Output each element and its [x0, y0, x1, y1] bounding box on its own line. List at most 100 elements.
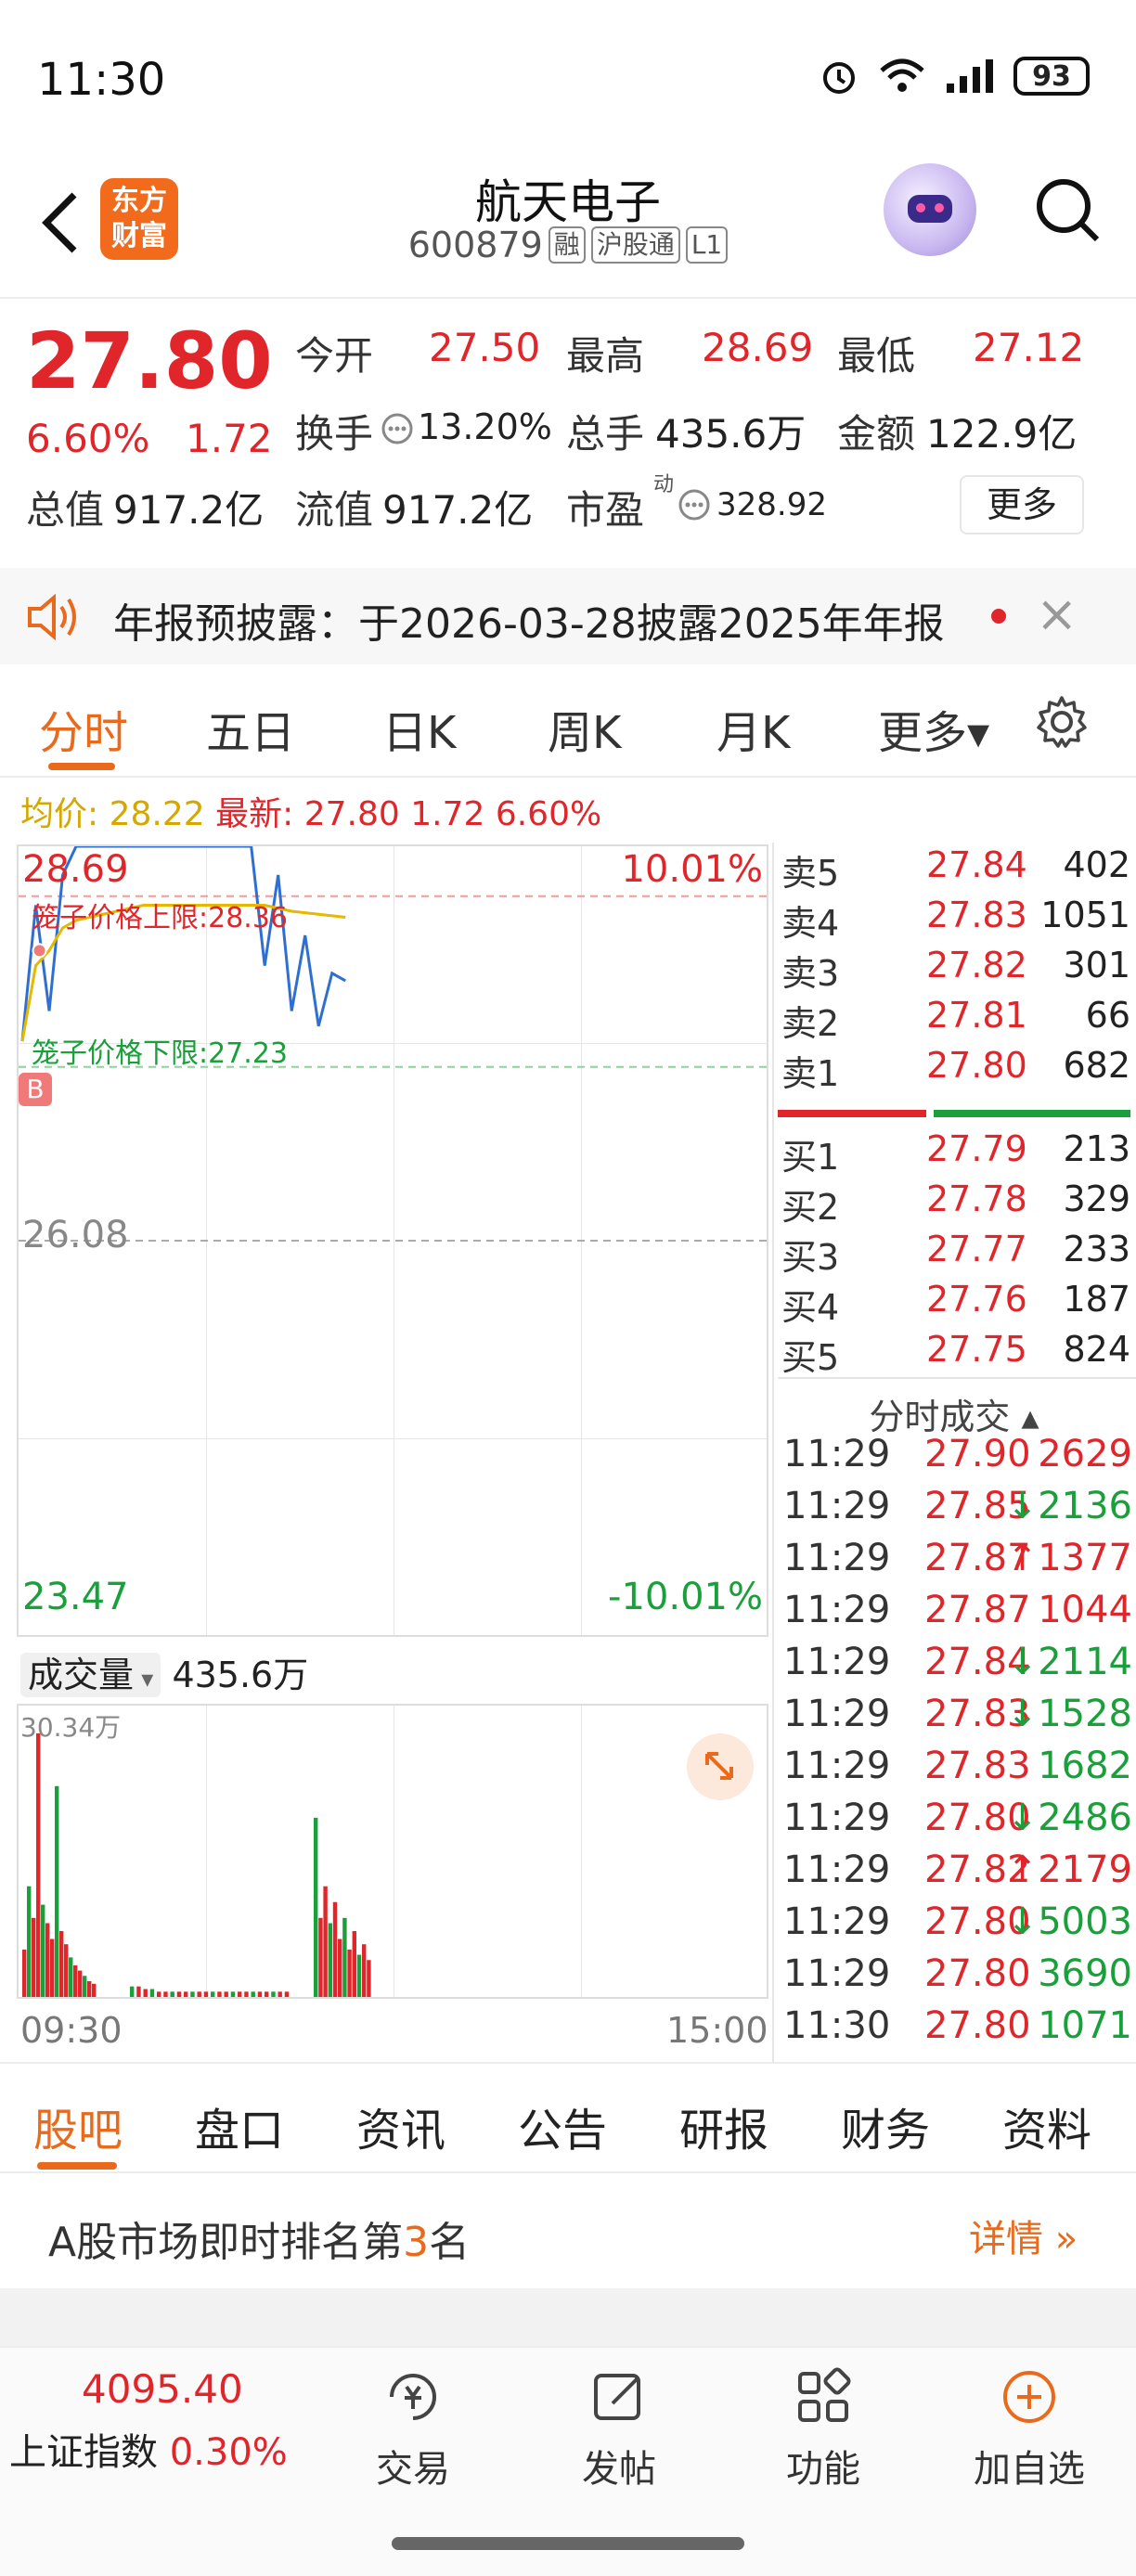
bid-volume: 213 — [1063, 1128, 1130, 1169]
lower-cage-label: 笼子价格下限:27.23 — [32, 1037, 288, 1070]
volume-bar — [184, 1991, 188, 1997]
volume-selector[interactable]: 成交量 ▾ — [20, 1653, 161, 1697]
volume-chart[interactable]: 30.34万 — [17, 1704, 768, 1999]
nav-functions[interactable]: 功能 — [754, 2364, 893, 2492]
volume-bar — [217, 1991, 222, 1997]
time-axis-end: 15:00 — [666, 2010, 768, 2051]
bid-ask-ratio-bar — [778, 1110, 1130, 1117]
ask-row-4[interactable]: 卖4 27.83 1051 — [778, 895, 1130, 945]
tab-weekly-k[interactable]: 周K — [548, 696, 621, 761]
volume-bar — [230, 1991, 236, 1997]
rank-bar[interactable]: A股市场即时排名第3名 详情 » — [0, 2177, 1136, 2288]
tab-profile[interactable]: 资料 — [1002, 2093, 1091, 2158]
tab-monthly-k[interactable]: 月K — [716, 696, 790, 761]
tick-time: 11:29 — [783, 1693, 891, 1735]
latest-label: 最新: — [215, 795, 294, 833]
volume-bar — [332, 1901, 338, 1997]
index-value[interactable]: 4095.40 — [82, 2366, 243, 2412]
tab-market-detail[interactable]: 盘口 — [195, 2093, 284, 2158]
gear-icon[interactable] — [1034, 694, 1090, 750]
tick-row: 11:29 27.83 1682 — [783, 1745, 1132, 1797]
bid-price: 27.76 — [926, 1279, 1027, 1320]
expand-button[interactable] — [687, 1733, 754, 1800]
tab-daily-k[interactable]: 日K — [382, 696, 456, 761]
tick-price: 27.80 — [924, 2004, 1031, 2047]
pe-value: 328.92 — [716, 486, 827, 523]
latest-change: 1.72 — [410, 795, 485, 833]
axis-top-price: 28.69 — [22, 848, 129, 891]
tab-intraday[interactable]: 分时 — [39, 696, 128, 761]
tick-row: 11:29 27.90 2629 — [783, 1433, 1132, 1485]
volume-bar — [59, 1931, 64, 1997]
volume-bar — [149, 1989, 155, 1997]
ask-price: 27.81 — [926, 995, 1027, 1036]
status-icons: 93 — [819, 56, 1090, 97]
bid-row-3[interactable]: 买3 27.77 233 — [778, 1229, 1130, 1279]
nav-add-watchlist[interactable]: 加自选 — [960, 2364, 1099, 2492]
ask-price: 27.80 — [926, 1045, 1027, 1086]
last-price: 27.80 — [26, 316, 273, 406]
tick-row: 11:29 27.87 ↑1377 — [783, 1537, 1132, 1589]
bid-label: 买4 — [781, 1287, 840, 1328]
close-icon[interactable]: × — [1036, 585, 1078, 643]
bid-price: 27.75 — [926, 1329, 1027, 1370]
notice-bar[interactable]: 年报预披露：于2026-03-28披露2025年年报 × — [0, 568, 1136, 664]
bid-volume: 233 — [1063, 1229, 1130, 1269]
bid-row-1[interactable]: 买1 27.79 213 — [778, 1128, 1130, 1179]
more-quote-button[interactable]: 更多 — [960, 475, 1084, 535]
ticks-title[interactable]: 分时成交 ▴ — [778, 1388, 1130, 1439]
bid-label: 买2 — [781, 1187, 840, 1228]
expand-icon — [705, 1752, 733, 1780]
ask-price: 27.82 — [926, 945, 1027, 985]
tick-time: 11:29 — [783, 1485, 891, 1527]
buy-marker[interactable]: B — [19, 1073, 52, 1106]
volume-bar — [27, 1886, 32, 1997]
volume-header[interactable]: 成交量 ▾ 435.6万 — [20, 1646, 308, 1697]
ask-row-2[interactable]: 卖2 27.81 66 — [778, 995, 1130, 1045]
time-axis-start: 09:30 — [20, 2010, 123, 2051]
speaker-icon — [28, 594, 76, 640]
tag-connect: 沪股通 — [590, 226, 680, 264]
ask-row-1[interactable]: 卖1 27.80 682 — [778, 1045, 1130, 1095]
ask-volume: 301 — [1063, 945, 1130, 985]
pe-info-icon[interactable] — [678, 488, 711, 522]
rank-detail-link[interactable]: 详情 » — [969, 2209, 1078, 2262]
nav-post[interactable]: 发帖 — [549, 2364, 689, 2492]
volume-bar — [203, 1991, 209, 1997]
tab-financials[interactable]: 财务 — [841, 2093, 930, 2158]
ask-ratio — [778, 1110, 926, 1117]
divider — [0, 2171, 1136, 2173]
divider — [778, 1377, 1136, 1379]
ask-row-5[interactable]: 卖5 27.84 402 — [778, 844, 1130, 895]
more-info-icon[interactable] — [381, 412, 414, 445]
intraday-chart[interactable]: 28.69 10.01% 笼子价格上限:28.36 笼子价格下限:27.23 B… — [17, 844, 768, 1637]
open-label: 今开 — [295, 333, 374, 379]
bid-row-5[interactable]: 买5 27.75 824 — [778, 1329, 1130, 1379]
price-chart-svg — [19, 846, 767, 1242]
search-icon[interactable] — [1030, 173, 1104, 247]
home-indicator[interactable] — [392, 2537, 744, 2550]
tab-research[interactable]: 研报 — [679, 2093, 768, 2158]
tab-more[interactable]: 更多▾ — [878, 696, 989, 761]
tab-announcements[interactable]: 公告 — [518, 2093, 607, 2158]
tab-news[interactable]: 资讯 — [356, 2093, 445, 2158]
volume-bar — [318, 1917, 323, 1997]
tab-five-day[interactable]: 五日 — [206, 696, 295, 761]
tab-forum[interactable]: 股吧 — [33, 2093, 123, 2158]
volume-bar — [130, 1986, 135, 1997]
rank-prefix: A股市场即时排名第 — [48, 2219, 404, 2266]
bid-row-4[interactable]: 买4 27.76 187 — [778, 1279, 1130, 1329]
volume-bar — [265, 1991, 269, 1997]
index-line[interactable]: 上证指数 0.30% — [9, 2422, 288, 2476]
bid-row-2[interactable]: 买2 27.78 329 — [778, 1179, 1130, 1229]
tick-time: 11:29 — [783, 1952, 891, 1995]
ask-row-3[interactable]: 卖3 27.82 301 — [778, 945, 1130, 995]
change-amount: 1.72 — [186, 416, 273, 461]
volume-value: 435.6万 — [655, 411, 807, 457]
volume-bar — [278, 1991, 282, 1997]
nav-trade[interactable]: 交易 — [343, 2364, 483, 2492]
ai-assistant-icon[interactable] — [884, 163, 976, 256]
tick-price: 27.87 — [924, 1589, 1031, 1631]
latest-value: 27.80 — [303, 795, 400, 833]
tick-volume: ↓5003 — [1006, 1900, 1132, 1943]
